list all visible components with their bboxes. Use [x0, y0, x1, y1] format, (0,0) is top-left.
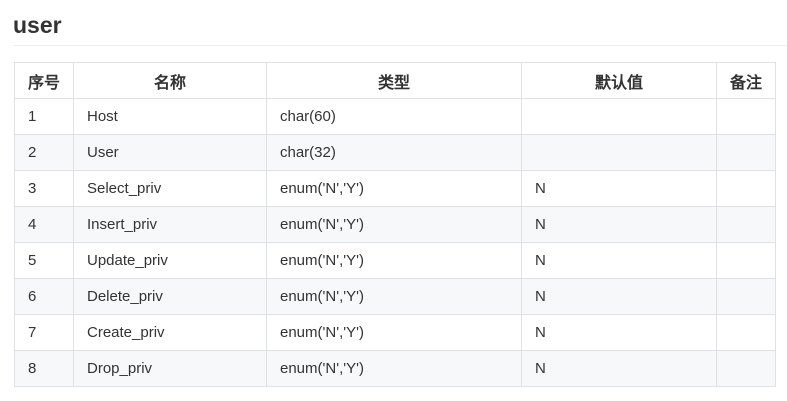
table-row: 1 Host char(60): [14, 98, 776, 135]
cell-name: Delete_priv: [73, 278, 267, 315]
table-row: 6 Delete_priv enum('N','Y') N: [14, 278, 776, 315]
cell-default: N: [521, 206, 717, 243]
cell-name: User: [73, 134, 267, 171]
cell-note: [716, 206, 776, 243]
cell-name: Insert_priv: [73, 206, 267, 243]
cell-default: N: [521, 278, 717, 315]
cell-index: 8: [14, 350, 74, 387]
cell-index: 2: [14, 134, 74, 171]
cell-type: char(60): [266, 98, 522, 135]
cell-type: enum('N','Y'): [266, 170, 522, 207]
cell-name: Host: [73, 98, 267, 135]
cell-note: [716, 314, 776, 351]
cell-index: 5: [14, 242, 74, 279]
cell-index: 7: [14, 314, 74, 351]
cell-default: N: [521, 242, 717, 279]
column-header-note: 备注: [716, 62, 776, 99]
cell-name: Create_priv: [73, 314, 267, 351]
cell-default: [521, 98, 717, 135]
heading-divider: [13, 45, 787, 46]
column-header-index: 序号: [14, 62, 74, 99]
table-row: 8 Drop_priv enum('N','Y') N: [14, 350, 776, 387]
cell-note: [716, 350, 776, 387]
table-row: 3 Select_priv enum('N','Y') N: [14, 170, 776, 207]
cell-index: 4: [14, 206, 74, 243]
cell-default: [521, 134, 717, 171]
cell-note: [716, 98, 776, 135]
field-table: 序号 名称 类型 默认值 备注 1 Host char(60) 2 User c…: [14, 62, 776, 387]
cell-note: [716, 134, 776, 171]
cell-note: [716, 242, 776, 279]
column-header-default: 默认值: [521, 62, 717, 99]
cell-name: Drop_priv: [73, 350, 267, 387]
cell-type: enum('N','Y'): [266, 278, 522, 315]
table-row: 4 Insert_priv enum('N','Y') N: [14, 206, 776, 243]
cell-name: Update_priv: [73, 242, 267, 279]
cell-type: enum('N','Y'): [266, 206, 522, 243]
cell-index: 1: [14, 98, 74, 135]
table-header-row: 序号 名称 类型 默认值 备注: [14, 62, 776, 99]
column-header-type: 类型: [266, 62, 522, 99]
section-title: user: [13, 12, 62, 38]
cell-note: [716, 278, 776, 315]
column-header-name: 名称: [73, 62, 267, 99]
cell-index: 6: [14, 278, 74, 315]
cell-default: N: [521, 170, 717, 207]
cell-type: enum('N','Y'): [266, 314, 522, 351]
cell-type: enum('N','Y'): [266, 350, 522, 387]
cell-index: 3: [14, 170, 74, 207]
cell-default: N: [521, 350, 717, 387]
table-row: 2 User char(32): [14, 134, 776, 171]
cell-type: enum('N','Y'): [266, 242, 522, 279]
table-row: 7 Create_priv enum('N','Y') N: [14, 314, 776, 351]
cell-default: N: [521, 314, 717, 351]
cell-name: Select_priv: [73, 170, 267, 207]
cell-note: [716, 170, 776, 207]
table-row: 5 Update_priv enum('N','Y') N: [14, 242, 776, 279]
cell-type: char(32): [266, 134, 522, 171]
